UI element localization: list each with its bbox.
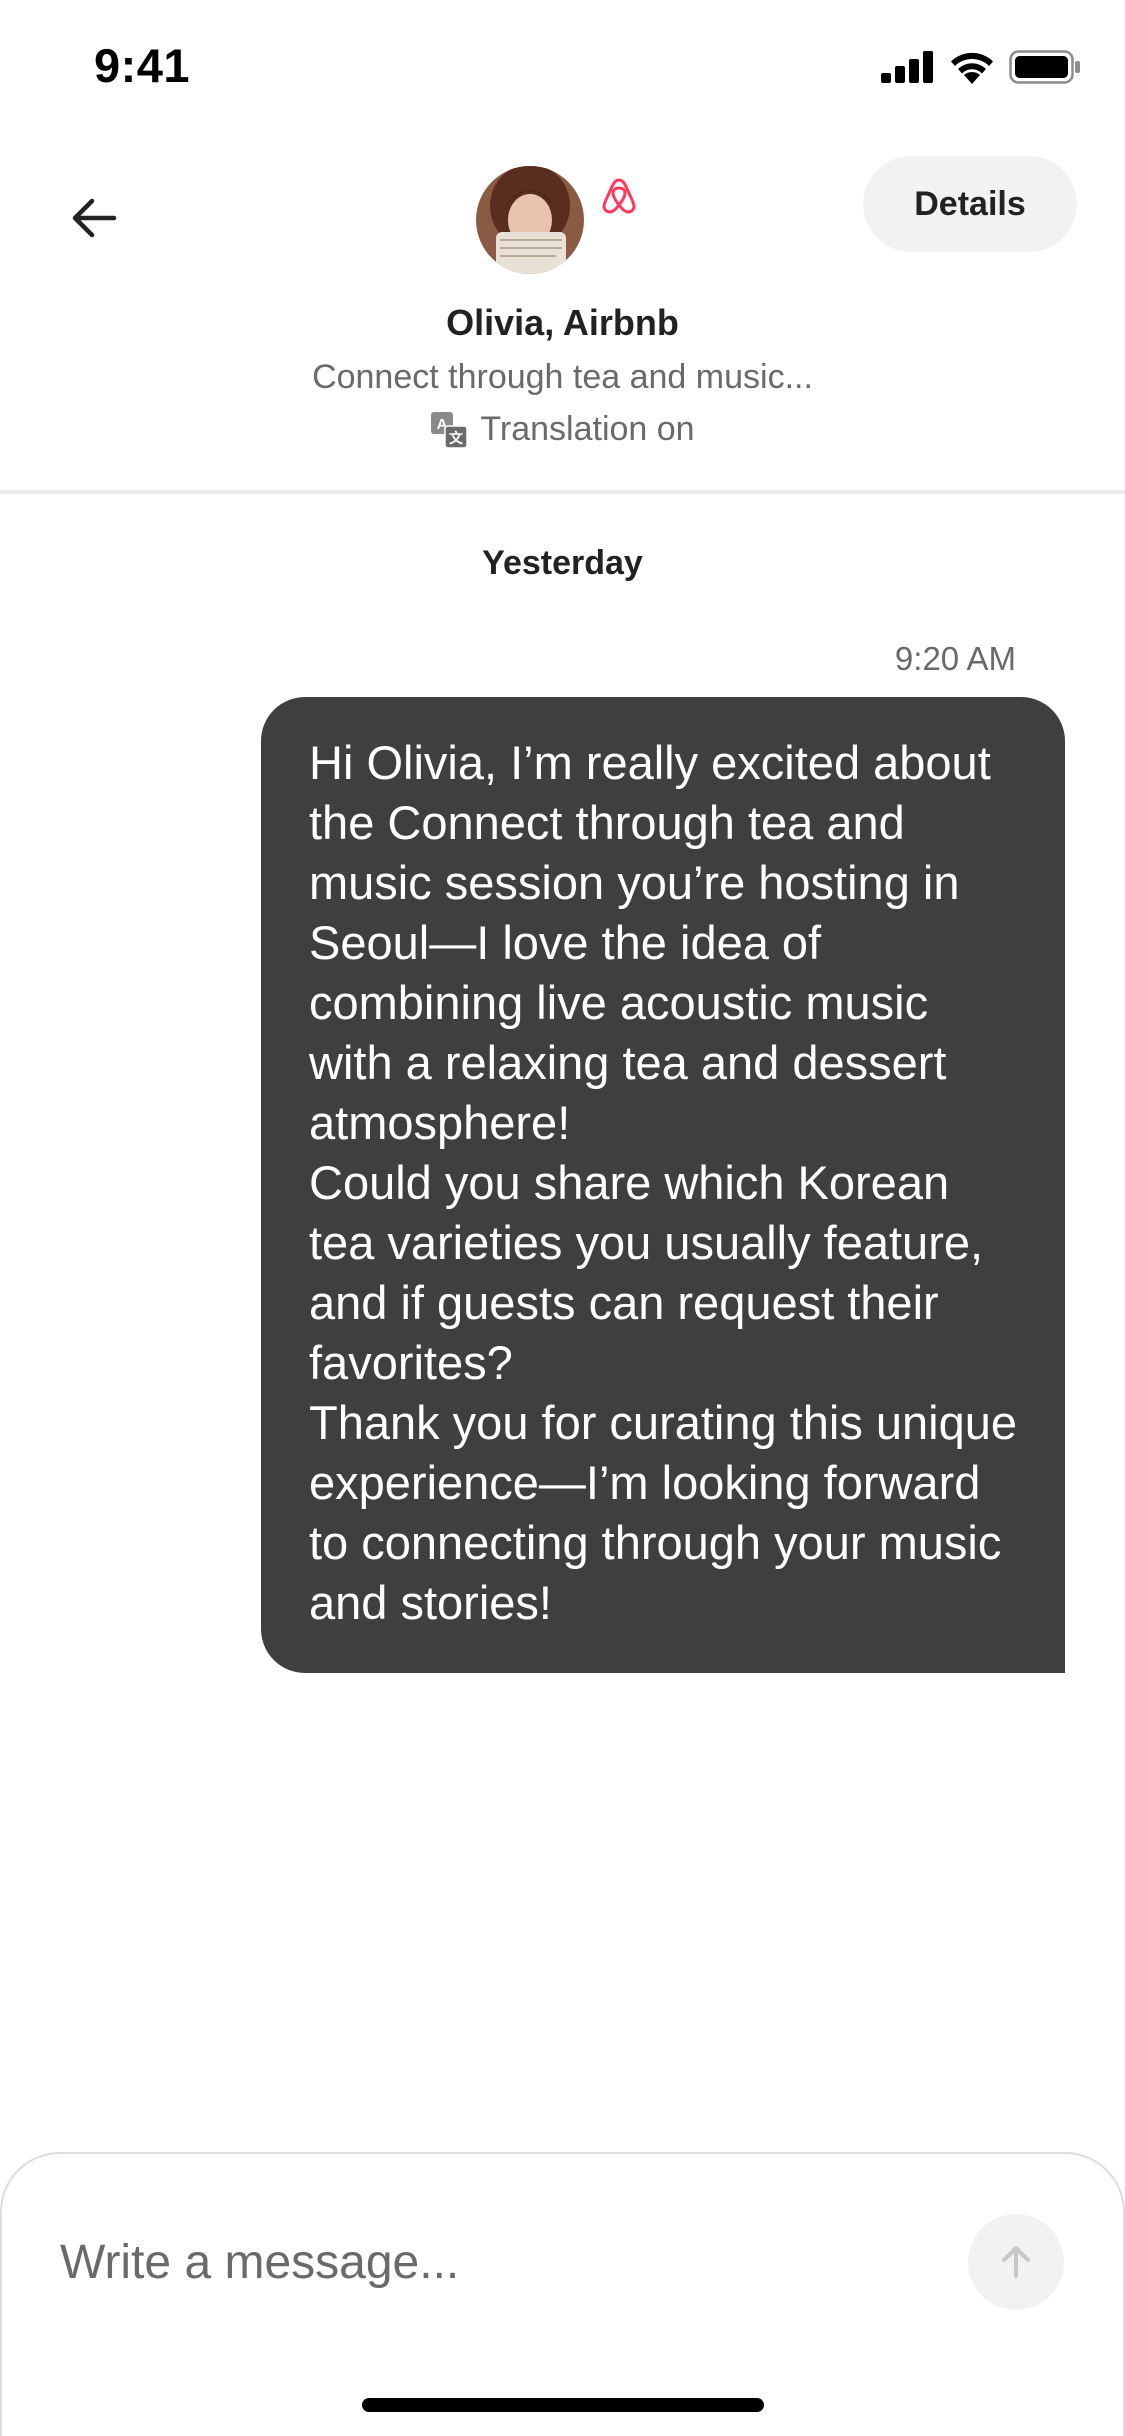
message-timestamp: 9:20 AM [894,640,1016,677]
host-name[interactable]: Olivia, Airbnb [0,302,1125,344]
svg-text:文: 文 [449,430,464,447]
sent-message-bubble[interactable]: Hi Olivia, I’m really excited about the … [261,697,1065,1673]
translation-label: Translation on [480,410,695,448]
listing-subtitle[interactable]: Connect through tea and music... [0,358,1125,397]
back-button[interactable] [56,180,132,256]
arrow-up-icon [1002,2246,1030,2278]
translation-toggle[interactable]: A 文 Translation on [0,410,1125,449]
send-button[interactable] [968,2214,1064,2310]
wifi-icon [951,52,993,84]
status-icons [881,50,1081,84]
airbnb-logo-icon [602,178,636,214]
host-avatar[interactable] [476,166,584,274]
day-separator: Yesterday [482,544,643,582]
header-divider [0,490,1125,494]
status-time: 9:41 [94,39,191,92]
host-photo [476,166,584,274]
details-button[interactable]: Details [863,156,1077,252]
cellular-signal-icon [881,51,933,83]
arrow-left-icon [72,198,117,238]
airbnb-badge [594,166,644,222]
message-input[interactable] [60,2222,920,2302]
message-thread-screen: 9:41 Details Olivia, Airbnb Connect thro… [0,0,1125,2436]
home-indicator[interactable] [362,2398,764,2412]
battery-icon [1009,50,1080,84]
translate-icon: A 文 [431,411,469,449]
